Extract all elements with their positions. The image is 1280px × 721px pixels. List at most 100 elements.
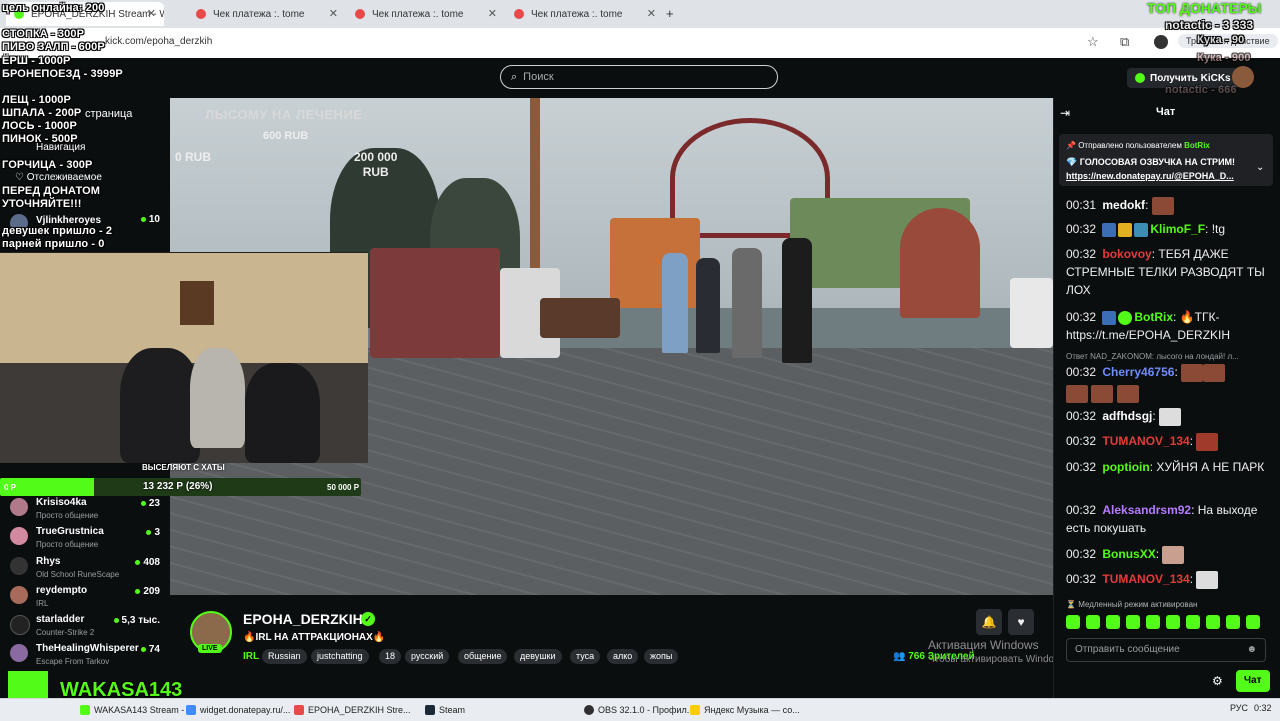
message-user[interactable]: bokovoy <box>1102 247 1151 261</box>
browser-tab[interactable]: Чек платежа :. tome ✕ <box>347 2 505 26</box>
channel-category: Просто общение <box>36 511 99 520</box>
tome-favicon-icon <box>355 9 365 19</box>
message-user[interactable]: poptioin <box>1102 460 1149 474</box>
search-placeholder: Поиск <box>523 71 554 83</box>
emote-icon[interactable] <box>1186 615 1200 629</box>
list-item[interactable]: starladder Counter-Strike 2 5,3 тыс. <box>10 613 160 641</box>
message-user[interactable]: medokf <box>1102 198 1145 212</box>
emote-icon[interactable] <box>1246 615 1260 629</box>
goal-end: 200 000 RUB <box>354 150 397 180</box>
browser-icon <box>186 705 196 715</box>
follow-heart-button[interactable]: ♥ <box>1008 609 1034 635</box>
goal-end-amount: 200 000 <box>354 150 398 164</box>
search-input[interactable]: ⌕ Поиск <box>500 65 778 89</box>
browser-tab[interactable]: Чек платежа :. tome ✕ <box>506 2 664 26</box>
streamer-name[interactable]: EPOHA_DERZKIH <box>243 611 363 627</box>
message-user[interactable]: TUMANOV_134 <box>1102 434 1189 448</box>
new-tab-button[interactable]: + <box>666 6 674 21</box>
bookmark-star-icon[interactable]: ☆ <box>1087 34 1099 50</box>
stream-category[interactable]: IRL <box>243 651 259 662</box>
taskbar-item[interactable]: WAKASA143 Stream - ... <box>80 702 194 718</box>
video-person <box>696 258 720 353</box>
message-user[interactable]: adfhdsgj <box>1102 409 1152 423</box>
list-item[interactable]: TrueGrustnica Просто общение 3 <box>10 525 160 553</box>
pinned-link[interactable]: https://new.donatepay.ru/@EPOHA_D... <box>1066 171 1234 181</box>
chat-message: 00:32 Cherry46756: <box>1066 363 1266 403</box>
url-field[interactable]: kick.com/epoha_derzkih <box>105 36 212 47</box>
emote-icon[interactable] <box>1126 615 1140 629</box>
price-item: БРОНЕПОЕЗД - 3999Р <box>2 68 123 80</box>
stream-tag[interactable]: русский <box>405 649 450 664</box>
emote-icon[interactable] <box>1166 615 1180 629</box>
reply-note: Ответ NAD_ZAKONOM: лысого на лондай! л..… <box>1066 352 1239 361</box>
verified-icon: ✓ <box>361 612 375 626</box>
emote-quick-bar[interactable] <box>1066 615 1266 633</box>
emote-icon[interactable] <box>1206 615 1220 629</box>
badge-icon <box>1134 222 1149 237</box>
taskbar-item[interactable]: OBS 32.1.0 - Профил... <box>584 702 694 718</box>
chat-title: Чат <box>1156 106 1176 118</box>
list-item[interactable]: Krisiso4ka Просто общение 23 <box>10 496 160 524</box>
profile-avatar[interactable] <box>1154 35 1168 49</box>
donor-entry: notactic - 3 333 <box>1165 18 1254 32</box>
stream-tag[interactable]: алко <box>607 649 639 664</box>
taskbar-item[interactable]: Steam <box>425 702 465 718</box>
price-item: ПИВО ЗАЛП - 600Р <box>2 41 105 53</box>
message-user[interactable]: KlimoF_F <box>1150 222 1205 236</box>
collapse-chat-icon[interactable]: ⇥ <box>1060 106 1070 120</box>
tab-label: Чек платежа :. tome <box>213 8 305 20</box>
viewer-number: 5,3 тыс. <box>121 615 160 626</box>
avatar <box>10 557 28 575</box>
stream-tag[interactable]: общение <box>458 649 508 664</box>
message-time: 00:32 <box>1066 222 1097 236</box>
extensions-icon[interactable]: ⧉ <box>1120 34 1129 50</box>
sidebar-followed[interactable]: ♡ Отслеживаемое <box>15 172 102 183</box>
list-item[interactable]: reydempto IRL 209 <box>10 584 160 612</box>
gear-icon[interactable]: ⚙ <box>1212 674 1223 688</box>
close-icon[interactable]: ✕ <box>647 7 656 20</box>
chat-send-button[interactable]: Чат <box>1236 670 1270 692</box>
message-user[interactable]: Aleksandrsm92 <box>1102 503 1191 517</box>
live-dot-icon <box>140 500 146 506</box>
chevron-down-icon[interactable]: ⌄ <box>1256 162 1264 173</box>
message-text: !tg <box>1211 222 1226 236</box>
stream-tag[interactable]: жопы <box>644 649 679 664</box>
pin-icon: 📌 <box>1066 141 1079 150</box>
top-donors-title: ТОП ДОНАТЕРЫ <box>1147 0 1262 16</box>
notifications-bell-button[interactable]: 🔔 <box>976 609 1002 635</box>
message-user[interactable]: BonusXX <box>1102 547 1155 561</box>
taskbar-item[interactable]: widget.donatepay.ru/... <box>186 702 290 718</box>
guys-count: парней пришло - 0 <box>2 238 105 250</box>
emote-icon[interactable] <box>1086 615 1100 629</box>
message-time: 00:32 <box>1066 547 1097 561</box>
message-user[interactable]: BotRix <box>1134 310 1173 324</box>
stream-tag[interactable]: justchatting <box>311 649 369 664</box>
browser-tab[interactable]: Чек платежа :. tome ✕ <box>188 2 346 26</box>
stream-tag[interactable]: туса <box>570 649 601 664</box>
message-user[interactable]: TUMANOV_134 <box>1102 572 1189 586</box>
language-indicator[interactable]: РУС <box>1230 703 1248 713</box>
list-item[interactable]: Rhys Old School RuneScape 408 <box>10 555 160 583</box>
emoji-icon[interactable]: ☻ <box>1246 644 1257 655</box>
emote-icon[interactable] <box>1226 615 1240 629</box>
message-user[interactable]: Cherry46756 <box>1102 365 1174 379</box>
emote-icon[interactable] <box>1146 615 1160 629</box>
channel-category: Escape From Tarkov <box>36 657 110 666</box>
close-icon[interactable]: ✕ <box>147 7 156 20</box>
close-icon[interactable]: ✕ <box>329 7 338 20</box>
stream-tag[interactable]: Russian <box>262 649 307 664</box>
chat-input[interactable]: Отправить сообщение ☻ <box>1066 638 1266 662</box>
taskbar-item[interactable]: Яндекс Музыка — со... <box>690 702 800 718</box>
emote-icon[interactable] <box>1066 615 1080 629</box>
price-item: ЛОСЬ - 1000Р <box>2 120 77 132</box>
stream-tag[interactable]: девушки <box>514 649 562 664</box>
close-icon[interactable]: ✕ <box>488 7 497 20</box>
channel-name: TrueGrustnica <box>36 526 104 537</box>
list-item[interactable]: TheHealingWhisperer Escape From Tarkov 7… <box>10 642 160 670</box>
emote-icon[interactable] <box>1106 615 1120 629</box>
badge-icon <box>1102 310 1117 325</box>
taskbar-item[interactable]: EPOHA_DERZKIH Stre... <box>294 702 411 718</box>
windows-activation-title: Активация Windows <box>928 638 1039 652</box>
stream-tag[interactable]: 18 <box>379 649 402 664</box>
viewer-number: 10 <box>148 214 160 225</box>
